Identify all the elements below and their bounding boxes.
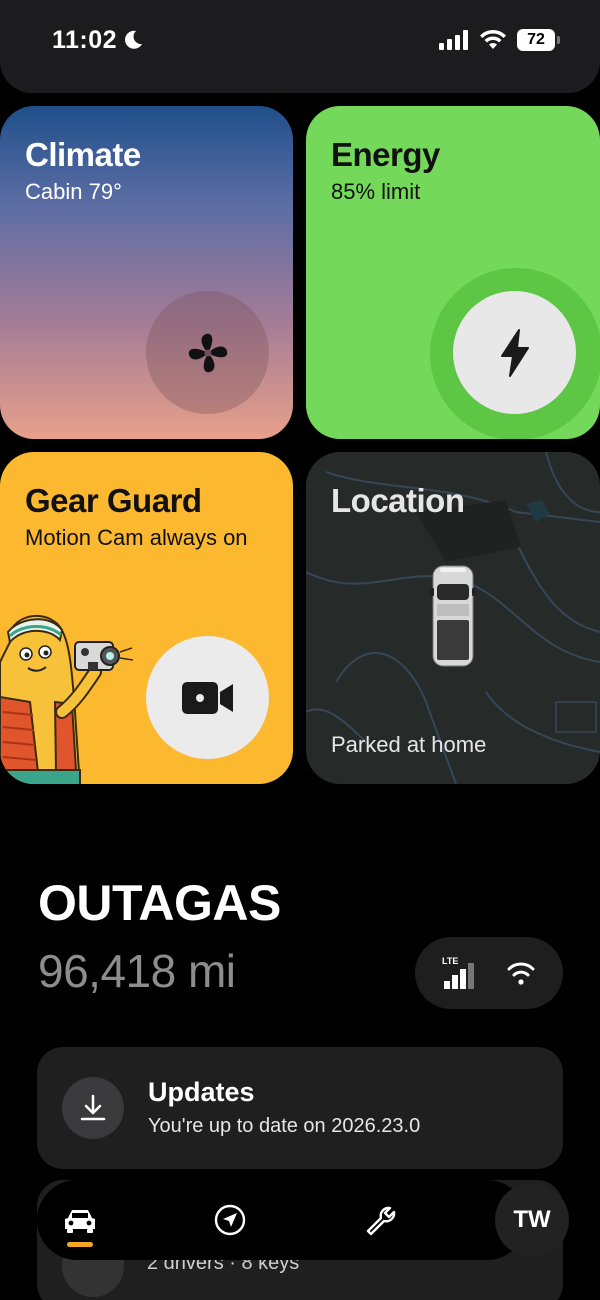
parked-status: Parked at home [331, 732, 487, 757]
energy-tile[interactable]: Energy 85% limit [306, 106, 600, 439]
camera-button[interactable] [146, 636, 269, 759]
wifi-icon [507, 962, 535, 985]
fan-button[interactable] [146, 291, 269, 414]
location-title: Location [331, 482, 465, 519]
truck-icon [430, 565, 476, 667]
profile-avatar[interactable]: TW [495, 1183, 569, 1257]
download-icon [80, 1094, 106, 1121]
gear-guard-tile[interactable]: Gear Guard Motion Cam always on [0, 452, 293, 784]
wrench-icon[interactable] [362, 1202, 398, 1238]
location-tile[interactable]: Location Parked at home [306, 452, 600, 784]
energy-subtitle: 85% limit [331, 179, 421, 204]
updates-status: You're up to date on 2026.23.0 [148, 1115, 421, 1137]
climate-title: Climate [25, 136, 141, 173]
gear-guard-subtitle: Motion Cam always on [25, 525, 248, 550]
updates-title: Updates [148, 1077, 255, 1107]
charge-button[interactable] [453, 291, 576, 414]
gear-guard-mascot-illustration [0, 615, 134, 784]
car-icon[interactable] [62, 1202, 98, 1238]
cellular-signal-icon [439, 30, 468, 50]
fan-icon [188, 333, 227, 372]
battery-tip [557, 36, 560, 44]
lte-signal-icon [444, 963, 474, 989]
vehicle-name: OUTAGAS [38, 875, 281, 931]
navigation-arrow-icon[interactable] [212, 1202, 248, 1238]
tab-bar [37, 1180, 527, 1260]
status-bar: 11:02 72 [0, 0, 600, 80]
climate-tile[interactable]: Climate Cabin 79° [0, 106, 293, 439]
energy-title: Energy [331, 136, 440, 173]
wifi-icon [480, 29, 506, 49]
active-tab-indicator [67, 1242, 93, 1247]
status-time: 11:02 [52, 26, 118, 54]
climate-subtitle: Cabin 79° [25, 179, 122, 204]
lightning-bolt-icon [500, 328, 529, 377]
battery-icon: 72 [517, 29, 561, 51]
updates-card[interactable]: Updates You're up to date on 2026.23.0 [37, 1047, 563, 1169]
download-icon-circle [62, 1077, 124, 1139]
odometer: 96,418 mi [38, 945, 236, 997]
gear-guard-title: Gear Guard [25, 482, 202, 519]
connectivity-pill[interactable] [415, 937, 563, 1009]
moon-icon [125, 30, 142, 49]
battery-level: 72 [517, 29, 555, 51]
video-camera-icon [181, 681, 233, 714]
